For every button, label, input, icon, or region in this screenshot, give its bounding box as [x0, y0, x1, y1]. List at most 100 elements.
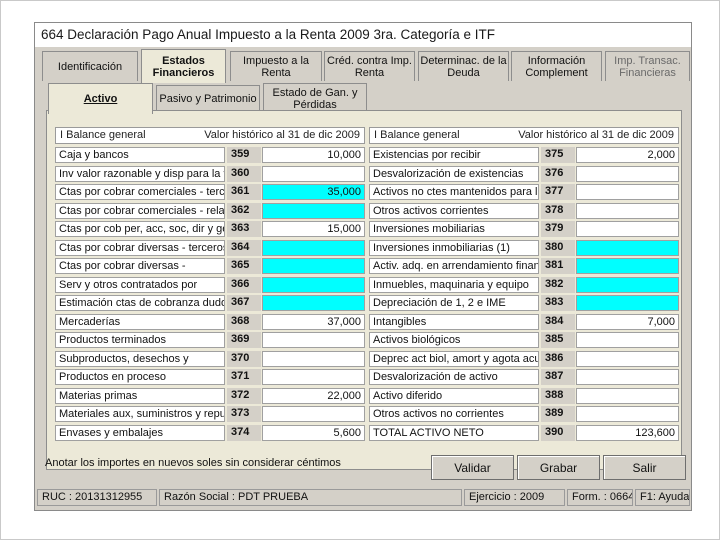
left-row-label: Productos en proceso — [55, 369, 225, 385]
left-row: Caja y bancos 359 10,000 — [55, 147, 365, 163]
left-row: Productos terminados 369 — [55, 332, 365, 348]
right-row-label: Inversiones inmobiliarias (1) — [369, 239, 539, 256]
right-row-code: 377 — [541, 184, 575, 200]
app-window: 664 Declaración Pago Anual Impuesto a la… — [34, 22, 692, 511]
right-row-value-input[interactable] — [576, 184, 679, 200]
left-row-value-input[interactable] — [262, 350, 365, 367]
validate-button[interactable]: Validar — [431, 455, 514, 480]
left-row-code: 366 — [227, 276, 261, 293]
title-bar: 664 Declaración Pago Anual Impuesto a la… — [35, 23, 691, 47]
left-row-label: Estimación ctas de cobranza dudosa — [55, 295, 225, 311]
right-row-value-input[interactable] — [576, 221, 679, 237]
left-row: Ctas por cob per, acc, soc, dir y ger 363… — [55, 221, 365, 237]
left-row-label: Serv y otros contratados por — [55, 276, 225, 293]
right-row: Existencias por recibir 375 2,000 — [369, 147, 679, 163]
right-row-code: 386 — [541, 350, 575, 367]
left-row-value-input[interactable]: 10,000 — [262, 147, 365, 163]
right-row: Depreciación de 1, 2 e IME 383 — [369, 295, 679, 311]
status-form: Form. : 0664 — [567, 489, 633, 506]
right-row-label: Intangibles — [369, 313, 539, 330]
left-row: Ctas por cobrar comerciales - terc 361 35,… — [55, 184, 365, 200]
tab-determinacion-deuda[interactable]: Determinac. de la Deuda — [418, 51, 509, 81]
left-row-value-input[interactable] — [262, 165, 365, 182]
left-row-label: Caja y bancos — [55, 147, 225, 163]
right-row-label: Depreciación de 1, 2 e IME — [369, 295, 539, 311]
left-row-code: 360 — [227, 165, 261, 182]
tab-informacion-complementaria[interactable]: Información Complement — [511, 51, 602, 81]
tab-impuesto-renta[interactable]: Impuesto a la Renta — [230, 51, 322, 81]
right-row-value-input[interactable] — [576, 258, 679, 274]
right-row-label: Deprec act biol, amort y agota acum. — [369, 350, 539, 367]
exit-button[interactable]: Salir — [603, 455, 686, 480]
tab-credito-contra-impuesto[interactable]: Créd. contra Imp. Renta — [324, 51, 415, 81]
left-row: Materias primas 372 22,000 — [55, 387, 365, 404]
right-row-label: Otros activos no corrientes — [369, 406, 539, 422]
right-row-code: 380 — [541, 239, 575, 256]
left-row-code: 369 — [227, 332, 261, 348]
right-row-code: 376 — [541, 165, 575, 182]
left-row-value-input[interactable] — [262, 258, 365, 274]
save-button[interactable]: Grabar — [517, 455, 600, 480]
right-table-header: I Balance general Valor histórico al 31 … — [369, 127, 679, 144]
tab-identificacion[interactable]: Identificación — [42, 51, 138, 81]
subtab-pasivo-patrimonio[interactable]: Pasivo y Patrimonio — [156, 85, 260, 111]
right-row: Otros activos corrientes 378 — [369, 202, 679, 219]
right-row-value-input[interactable] — [576, 387, 679, 404]
left-row-label: Subproductos, desechos y — [55, 350, 225, 367]
right-row-value-input[interactable]: 2,000 — [576, 147, 679, 163]
subtab-activo[interactable]: Activo — [48, 83, 153, 114]
right-row-value-input[interactable]: 7,000 — [576, 313, 679, 330]
left-row: Materiales aux, suministros y repuest 373 — [55, 406, 365, 422]
right-row-value-input[interactable] — [576, 295, 679, 311]
left-row-label: Envases y embalajes — [55, 424, 225, 441]
left-header-subtitle: Valor histórico al 31 de dic 2009 — [204, 129, 360, 141]
right-row: TOTAL ACTIVO NETO 390 123,600 — [369, 424, 679, 441]
left-row-code: 364 — [227, 239, 261, 256]
left-row-label: Inv valor razonable y disp para la vta — [55, 165, 225, 182]
left-row-value-input[interactable]: 15,000 — [262, 221, 365, 237]
left-row-code: 374 — [227, 424, 261, 441]
window-title: 664 Declaración Pago Anual Impuesto a la… — [41, 27, 496, 42]
right-row-label: Desvalorización de existencias — [369, 165, 539, 182]
right-row-label: Desvalorización de activo — [369, 369, 539, 385]
left-row-value-input[interactable]: 37,000 — [262, 313, 365, 330]
right-header-subtitle: Valor histórico al 31 de dic 2009 — [518, 129, 674, 141]
tab-estados-financieros[interactable]: Estados Financieros — [141, 49, 226, 83]
left-row: Estimación ctas de cobranza dudosa 367 — [55, 295, 365, 311]
left-row-value-input[interactable] — [262, 276, 365, 293]
left-row-value-input[interactable]: 35,000 — [262, 184, 365, 200]
right-row-label: TOTAL ACTIVO NETO — [369, 424, 539, 441]
subtab-estado-ganancias-perdidas[interactable]: Estado de Gan. y Pérdidas — [263, 83, 367, 113]
right-row: Activo diferido 388 — [369, 387, 679, 404]
left-row-label: Ctas por cobrar diversas - — [55, 258, 225, 274]
right-row-value-input[interactable] — [576, 406, 679, 422]
left-row-value-input[interactable] — [262, 406, 365, 422]
right-row-value-input[interactable] — [576, 165, 679, 182]
left-row-code: 373 — [227, 406, 261, 422]
right-row-value-input[interactable] — [576, 369, 679, 385]
left-row-value-input[interactable] — [262, 239, 365, 256]
left-row-value-input[interactable] — [262, 332, 365, 348]
left-row: Serv y otros contratados por 366 — [55, 276, 365, 293]
right-row: Inversiones inmobiliarias (1) 380 — [369, 239, 679, 256]
right-row-value-input[interactable] — [576, 276, 679, 293]
right-row-value-input[interactable] — [576, 202, 679, 219]
left-row-value-input[interactable]: 22,000 — [262, 387, 365, 404]
right-row-value-input[interactable]: 123,600 — [576, 424, 679, 441]
left-row-value-input[interactable]: 5,600 — [262, 424, 365, 441]
tab-imp-transacciones-financieras[interactable]: Imp. Transac. Financieras — [605, 51, 690, 81]
left-row: Inv valor razonable y disp para la vta 36… — [55, 165, 365, 182]
left-row-label: Ctas por cob per, acc, soc, dir y ger — [55, 221, 225, 237]
left-row-value-input[interactable] — [262, 295, 365, 311]
right-row-value-input[interactable] — [576, 350, 679, 367]
left-row-value-input[interactable] — [262, 202, 365, 219]
status-help: F1: Ayuda — [635, 489, 690, 506]
right-row-value-input[interactable] — [576, 332, 679, 348]
right-row-label: Activ. adq. en arrendamiento finan. — [369, 258, 539, 274]
left-row-value-input[interactable] — [262, 369, 365, 385]
left-row-label: Productos terminados — [55, 332, 225, 348]
left-row-label: Mercaderías — [55, 313, 225, 330]
right-row-value-input[interactable] — [576, 239, 679, 256]
right-row-label: Otros activos corrientes — [369, 202, 539, 219]
left-row-code: 368 — [227, 313, 261, 330]
